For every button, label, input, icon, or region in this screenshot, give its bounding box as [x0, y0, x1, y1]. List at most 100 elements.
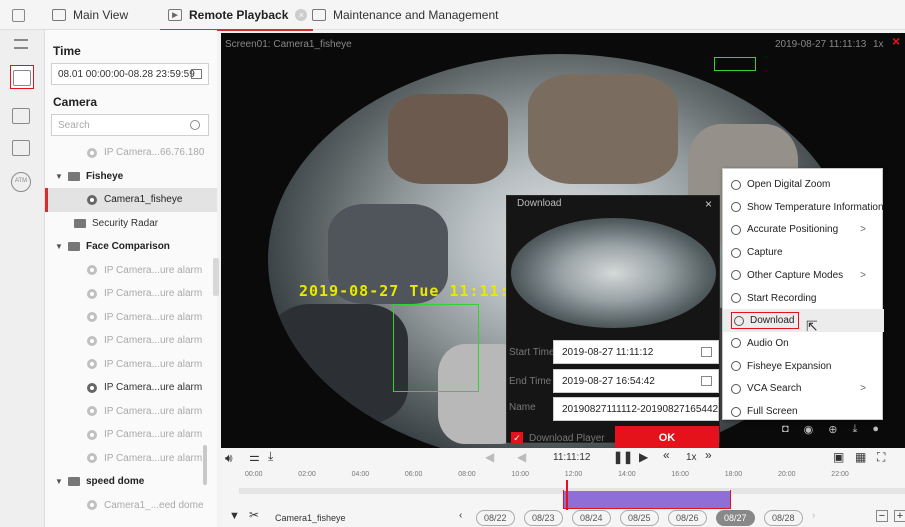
tree-item-label: IP Camera...ure alarm — [104, 335, 203, 347]
download-thumbnail — [511, 218, 716, 328]
menu-item-other-capture-modes[interactable]: Other Capture Modes > — [723, 264, 884, 287]
menu-item-fisheye-expansion[interactable]: Fisheye Expansion — [723, 355, 884, 378]
menu-item-audio-on[interactable]: Audio On — [723, 332, 884, 355]
tree-item[interactable]: IP Camera...ure alarm — [45, 282, 217, 306]
date-chip[interactable]: 08/27 — [716, 510, 755, 526]
time-range-field[interactable]: 08.01 00:00:00-08.28 23:59:59 — [51, 63, 209, 85]
stop-all-icon[interactable]: ▣ — [833, 450, 844, 464]
light-icon[interactable]: ● — [872, 423, 879, 441]
menu-item-full-screen[interactable]: Full Screen — [723, 400, 884, 423]
pause-icon[interactable]: ❚❚ — [613, 450, 633, 464]
adjust-icon[interactable]: ⚌ — [249, 450, 260, 464]
selected-range[interactable] — [563, 490, 731, 509]
close-tab-icon[interactable]: × — [295, 9, 308, 21]
zoom-in-icon[interactable]: + — [894, 510, 905, 522]
date-chip[interactable]: 08/23 — [524, 510, 563, 526]
tree-item[interactable]: Camera1_...eed dome — [45, 494, 217, 518]
start-time-value: 2019-08-27 11:11:12 — [562, 347, 654, 358]
date-chip[interactable]: 08/22 — [476, 510, 515, 526]
tree-item[interactable]: IP Camera...ure alarm — [45, 447, 217, 471]
tree-item[interactable]: ▼ Fisheye — [45, 165, 217, 189]
menu-item-vca-search[interactable]: VCA Search > — [723, 377, 884, 400]
tree-item[interactable]: IP Camera...ure alarm — [45, 259, 217, 283]
start-time-field[interactable]: 2019-08-27 11:11:12 — [553, 340, 719, 364]
zoom-out-icon[interactable]: − — [876, 510, 888, 522]
atm-icon[interactable]: ATM — [11, 172, 31, 192]
date-chip[interactable]: 08/26 — [668, 510, 707, 526]
menu-item-open-digital-zoom[interactable]: Open Digital Zoom — [723, 173, 884, 196]
menu-item-download[interactable]: Download — [723, 309, 884, 333]
tree-item[interactable]: IP Camera...ure alarm — [45, 423, 217, 447]
osd-overlay-text: 2019-08-27 Tue 11:11:1 — [299, 282, 520, 300]
date-chip[interactable]: 08/28 — [764, 510, 803, 526]
date-chip[interactable]: 08/24 — [572, 510, 611, 526]
filter-icon[interactable]: ▼ — [229, 510, 240, 522]
tree-item[interactable]: ▼ speed dome — [45, 470, 217, 494]
tab-main-view[interactable]: Main View — [52, 0, 128, 30]
date-chip[interactable]: 08/25 — [620, 510, 659, 526]
tree-item[interactable]: Security Radar — [45, 212, 217, 236]
calendar-icon[interactable] — [701, 347, 712, 357]
tree-scrollbar[interactable] — [203, 445, 207, 485]
tree-item[interactable]: IP Camera...ure alarm — [45, 329, 217, 353]
menu-item-show-temperature-information[interactable]: Show Temperature Information — [723, 196, 884, 219]
caret-down-icon[interactable]: ▼ — [53, 242, 65, 251]
camera-icon — [731, 270, 741, 281]
prev-dates-icon[interactable]: ‹ — [459, 510, 462, 521]
ok-button[interactable]: OK — [615, 426, 719, 450]
camera-search-input[interactable]: Search — [51, 114, 209, 136]
close-window-icon[interactable]: × — [892, 33, 900, 49]
download-icon[interactable]: ⤓ — [268, 449, 273, 464]
rewind-icon[interactable]: ◀ — [517, 450, 526, 464]
app-grid-icon[interactable] — [12, 9, 25, 22]
list-icon[interactable] — [12, 108, 30, 124]
timeline-cursor[interactable] — [566, 480, 568, 510]
speed-up-icon[interactable]: » — [705, 448, 712, 462]
volume-icon[interactable]: 🔊︎ — [225, 451, 233, 466]
timeline-tick: 22:00 — [831, 471, 849, 478]
tree-item[interactable]: Camera1_fisheye — [45, 188, 217, 212]
end-time-field[interactable]: 2019-08-27 16:54:42 — [553, 369, 719, 393]
menu-item-start-recording[interactable]: Start Recording — [723, 287, 884, 310]
step-forward-icon[interactable]: ▶ — [639, 450, 648, 464]
caret-down-icon[interactable]: ▼ — [53, 172, 65, 181]
layout-icon[interactable]: ▦ — [855, 450, 866, 464]
tree-item-label: IP Camera...ure alarm — [104, 452, 203, 464]
timeline-tick: 12:00 — [564, 471, 583, 478]
calendar-icon[interactable] — [191, 69, 202, 79]
chevron-right-icon: > — [860, 269, 866, 281]
menu-item-capture[interactable]: Capture — [723, 241, 884, 264]
tree-item[interactable]: IP Camera...ure alarm — [45, 376, 217, 400]
scissors-icon[interactable]: ✂ — [249, 508, 259, 522]
menu-item-accurate-positioning[interactable]: Accurate Positioning > — [723, 218, 884, 241]
camera-icon — [87, 147, 97, 158]
menu-icon[interactable] — [14, 39, 28, 49]
name-label: Name — [509, 402, 536, 413]
prev-frame-icon[interactable]: ◀ — [485, 450, 494, 464]
next-dates-icon[interactable]: › — [812, 510, 815, 521]
search-icon[interactable] — [190, 120, 200, 130]
collapse-panel-handle[interactable] — [213, 258, 219, 296]
tree-item[interactable]: ▼ Face Comparison — [45, 235, 217, 259]
tree-item[interactable]: IP Camera...ure alarm — [45, 306, 217, 330]
file-name-field[interactable]: 20190827111112-20190827165442 — [553, 397, 719, 421]
tab-maintenance[interactable]: Maintenance and Management — [312, 0, 498, 30]
camera-icon[interactable]: ◘ — [782, 423, 789, 441]
tab-remote-playback[interactable]: ▶ Remote Playback × — [159, 0, 314, 31]
tree-item[interactable]: IP Camera...ure alarm — [45, 400, 217, 424]
menu-item-label: Start Recording — [747, 292, 817, 304]
download-player-checkbox[interactable]: ✓ — [511, 432, 523, 444]
device-icon[interactable] — [12, 140, 30, 156]
calendar-icon[interactable] — [701, 376, 712, 386]
playback-icon — [13, 70, 31, 86]
slow-down-icon[interactable]: « — [663, 448, 670, 462]
zoom-icon[interactable]: ⊕ — [828, 423, 837, 441]
download-icon[interactable]: ⤓ — [852, 423, 857, 441]
close-icon[interactable]: × — [705, 197, 712, 211]
tree-item[interactable]: IP Camera...66.76.180 — [45, 141, 217, 165]
caret-down-icon[interactable]: ▼ — [53, 477, 65, 486]
thermometer-icon — [731, 202, 741, 213]
record-icon[interactable]: ◉ — [804, 423, 814, 441]
tree-item[interactable]: IP Camera...ure alarm — [45, 353, 217, 377]
fullscreen-icon[interactable]: ⛶ — [877, 450, 885, 465]
